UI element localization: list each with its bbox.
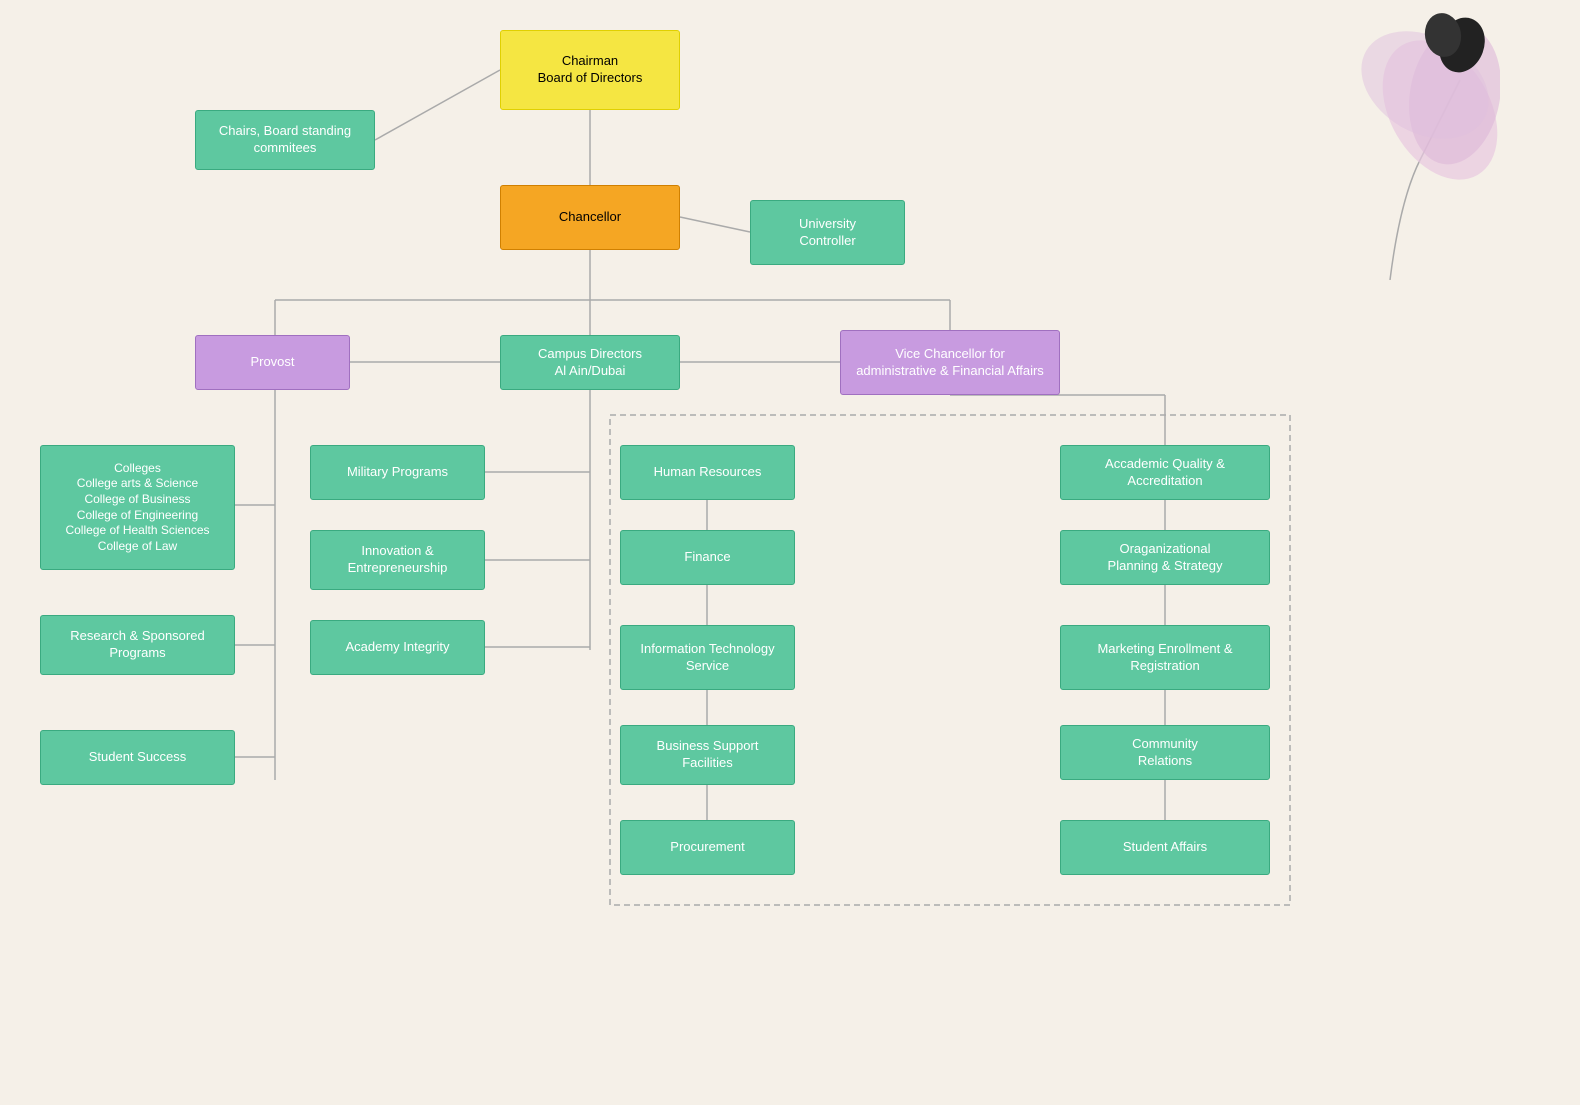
it-service-box: Information Technology Service [620,625,795,690]
student-success-box: Student Success [40,730,235,785]
marketing-box: Marketing Enrollment & Registration [1060,625,1270,690]
chairs-box: Chairs, Board standing commitees [195,110,375,170]
colleges-box: Colleges College arts & Science College … [40,445,235,570]
procurement-box: Procurement [620,820,795,875]
research-programs-box: Research & Sponsored Programs [40,615,235,675]
chancellor-box: Chancellor [500,185,680,250]
student-affairs-box: Student Affairs [1060,820,1270,875]
campus-directors-box: Campus Directors Al Ain/Dubai [500,335,680,390]
university-controller-box: University Controller [750,200,905,265]
flower-decoration [1280,0,1500,280]
community-relations-box: Community Relations [1060,725,1270,780]
academic-quality-box: Accademic Quality & Accreditation [1060,445,1270,500]
organizational-planning-box: Oraganizational Planning & Strategy [1060,530,1270,585]
business-support-box: Business Support Facilities [620,725,795,785]
human-resources-box: Human Resources [620,445,795,500]
provost-box: Provost [195,335,350,390]
finance-box: Finance [620,530,795,585]
vice-chancellor-box: Vice Chancellor for administrative & Fin… [840,330,1060,395]
military-programs-box: Military Programs [310,445,485,500]
academy-integrity-box: Academy Integrity [310,620,485,675]
org-chart: Chairman Board of Directors Chairs, Boar… [0,0,1580,1105]
chairman-box: Chairman Board of Directors [500,30,680,110]
innovation-box: Innovation & Entrepreneurship [310,530,485,590]
